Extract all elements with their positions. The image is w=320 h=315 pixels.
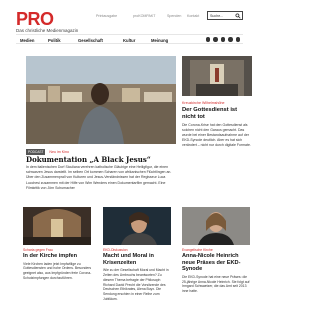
teaser-body: Die EKD-Synode hat eine neue Präses: die… bbox=[182, 274, 250, 294]
nav-item-medien[interactable]: Medien bbox=[20, 38, 34, 43]
hero-body: In dem italienischen Dorf Siculiana vere… bbox=[26, 165, 172, 190]
search-input[interactable]: Suche... bbox=[207, 11, 243, 20]
facebook-icon[interactable] bbox=[213, 37, 218, 42]
hero-title[interactable]: Dokumentation „A Black Jesus“ bbox=[26, 155, 151, 164]
util-link-spenden[interactable]: Spenden bbox=[167, 14, 181, 18]
instagram-icon[interactable] bbox=[228, 37, 233, 42]
search-placeholder: Suche... bbox=[210, 14, 224, 18]
side-story-body: Die Corona-Krise hat den Gottesdienst al… bbox=[182, 123, 251, 147]
teaser-card: EKD-Diskussion Macht und Moral in Krisen… bbox=[103, 207, 173, 302]
side-story-title[interactable]: Der Gottesdienst ist nicht tot bbox=[182, 107, 252, 121]
youtube-icon[interactable] bbox=[235, 37, 240, 42]
hero-kicker: Neu im Kino bbox=[49, 150, 69, 154]
nav-item-kultur[interactable]: Kultur bbox=[123, 38, 135, 43]
hero-image[interactable] bbox=[26, 56, 176, 144]
teaser-kicker: Evangelische Kirche bbox=[182, 248, 213, 252]
side-story-image[interactable] bbox=[182, 56, 252, 96]
util-link-prokompakt[interactable]: proKOMPAKT bbox=[133, 14, 156, 18]
search-icon[interactable] bbox=[235, 13, 241, 19]
teaser-title[interactable]: Anna-Nicole Heinrich neue Präses der EKD… bbox=[182, 253, 252, 273]
teaser-title[interactable]: Macht und Moral in Krisenzeiten bbox=[103, 253, 173, 266]
side-story: Kreuzkirche Wilhelmshöhe Der Gottesdiens… bbox=[182, 101, 252, 148]
util-link-kontakt[interactable]: Kontakt bbox=[187, 14, 199, 18]
twitter-icon[interactable] bbox=[220, 37, 225, 42]
teaser-title[interactable]: In der Kirche impfen bbox=[23, 253, 93, 260]
site-tagline: Das christliche Medienmagazin bbox=[16, 28, 79, 33]
teaser-card: Evangelische Kirche Anna-Nicole Heinrich… bbox=[182, 207, 252, 294]
main-nav: Medien Politik Gesellschaft Kultur Meinu… bbox=[16, 34, 243, 44]
teaser-body: Viele Kirchen laden jetzt Impfwillige zu… bbox=[23, 261, 92, 280]
rss-icon[interactable] bbox=[205, 37, 210, 42]
social-links bbox=[205, 37, 240, 42]
util-link-printausgabe[interactable]: Printausgabe bbox=[96, 14, 117, 18]
site-logo[interactable]: PRO bbox=[16, 10, 54, 28]
teaser-kicker: EKD-Diskussion bbox=[103, 248, 128, 252]
side-story-kicker: Kreuzkirche Wilhelmshöhe bbox=[182, 101, 225, 105]
teaser-image[interactable] bbox=[182, 207, 250, 245]
nav-item-politik[interactable]: Politik bbox=[48, 38, 61, 43]
nav-item-meinung[interactable]: Meinung bbox=[151, 38, 168, 43]
nav-item-gesellschaft[interactable]: Gesellschaft bbox=[78, 38, 103, 43]
teaser-card: Scharia gegen Frau In der Kirche impfen … bbox=[23, 207, 93, 281]
teaser-body: Wie zu der Gesellschaft Moral und Macht … bbox=[103, 268, 169, 301]
teaser-image[interactable] bbox=[23, 207, 91, 245]
teaser-kicker: Scharia gegen Frau bbox=[23, 248, 53, 252]
teaser-image[interactable] bbox=[103, 207, 171, 245]
